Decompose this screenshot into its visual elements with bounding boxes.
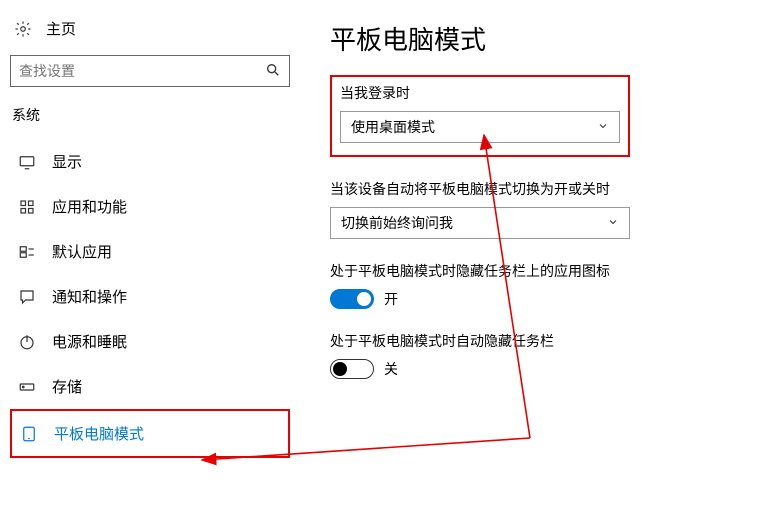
sign-in-section: 当我登录时 使用桌面模式 <box>330 75 630 157</box>
auto-switch-dropdown[interactable]: 切换前始终询问我 <box>330 207 630 239</box>
sidebar-item-default-apps[interactable]: 默认应用 <box>10 229 290 274</box>
chevron-down-icon <box>597 119 609 135</box>
setting-label: 处于平板电脑模式时隐藏任务栏上的应用图标 <box>330 261 755 281</box>
sidebar-item-power[interactable]: 电源和睡眠 <box>10 319 290 364</box>
search-icon <box>265 62 281 81</box>
sidebar-item-label: 通知和操作 <box>52 286 127 307</box>
notifications-icon <box>18 288 36 306</box>
chevron-down-icon <box>607 215 619 231</box>
home-link[interactable]: 主页 <box>10 12 290 51</box>
sidebar-item-label: 存储 <box>52 376 82 397</box>
sidebar-item-apps[interactable]: 应用和功能 <box>10 184 290 229</box>
search-box[interactable] <box>10 55 290 87</box>
apps-icon <box>18 198 36 216</box>
auto-hide-taskbar-toggle[interactable] <box>330 359 374 379</box>
setting-label: 当我登录时 <box>340 83 620 103</box>
group-label: 系统 <box>12 105 290 125</box>
sidebar-item-label: 电源和睡眠 <box>52 331 127 352</box>
home-label: 主页 <box>46 18 76 39</box>
dropdown-value: 使用桌面模式 <box>351 117 435 137</box>
storage-icon <box>18 378 36 396</box>
setting-label: 当该设备自动将平板电脑模式切换为开或关时 <box>330 179 755 199</box>
sidebar-item-label: 默认应用 <box>52 241 112 262</box>
sidebar-item-label: 显示 <box>52 151 82 172</box>
sidebar-item-label: 平板电脑模式 <box>54 423 144 444</box>
search-input[interactable] <box>19 63 265 79</box>
setting-label: 处于平板电脑模式时自动隐藏任务栏 <box>330 331 755 351</box>
toggle-state: 关 <box>384 359 398 379</box>
hide-icons-toggle[interactable] <box>330 289 374 309</box>
tablet-icon <box>20 425 38 443</box>
sidebar-item-notifications[interactable]: 通知和操作 <box>10 274 290 319</box>
page-title: 平板电脑模式 <box>330 20 755 57</box>
sidebar-item-storage[interactable]: 存储 <box>10 364 290 409</box>
sidebar-item-display[interactable]: 显示 <box>10 139 290 184</box>
sidebar-item-tablet-mode[interactable]: 平板电脑模式 <box>10 409 290 458</box>
toggle-state: 开 <box>384 289 398 309</box>
dropdown-value: 切换前始终询问我 <box>341 213 453 233</box>
sidebar-item-label: 应用和功能 <box>52 196 127 217</box>
power-icon <box>18 333 36 351</box>
display-icon <box>18 153 36 171</box>
sign-in-dropdown[interactable]: 使用桌面模式 <box>340 111 620 143</box>
gear-icon <box>14 20 32 38</box>
default-apps-icon <box>18 243 36 261</box>
